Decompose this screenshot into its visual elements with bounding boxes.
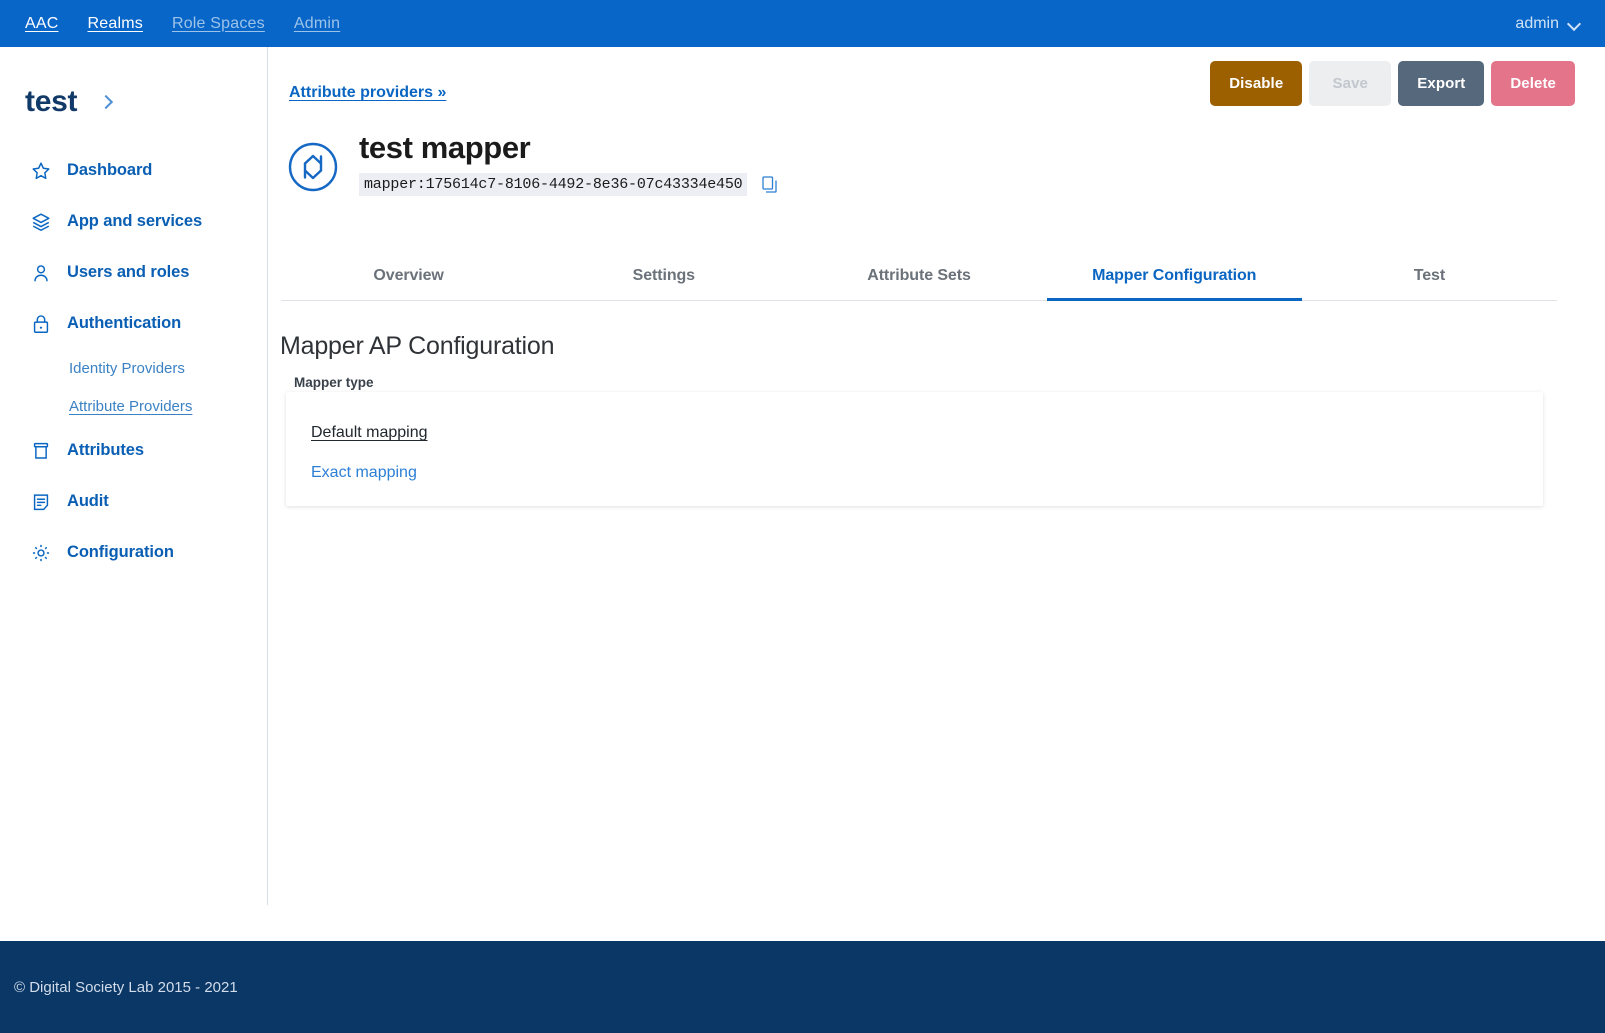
sidebar-item-users-and-roles[interactable]: Users and roles — [0, 247, 267, 298]
footer: © Digital Society Lab 2015 - 2021 — [0, 941, 1605, 1033]
entity-id-row: mapper:175614c7-8106-4492-8e36-07c43334e… — [359, 173, 778, 196]
sidebar-item-label: Attributes — [67, 441, 144, 459]
mapper-type-label: Mapper type — [294, 375, 374, 390]
realm-selector[interactable]: test — [0, 47, 267, 119]
layers-icon — [30, 211, 52, 233]
chevron-down-icon — [1568, 18, 1580, 30]
mapper-type-option-exact[interactable]: Exact mapping — [311, 464, 417, 482]
sidebar-item-label: Audit — [67, 492, 109, 510]
sidebar-item-app-and-services[interactable]: App and services — [0, 196, 267, 247]
nav-link-role-spaces[interactable]: Role Spaces — [172, 15, 265, 33]
save-button[interactable]: Save — [1309, 61, 1392, 106]
tab-bar: Overview Settings Attribute Sets Mapper … — [281, 252, 1557, 301]
tab-attribute-sets[interactable]: Attribute Sets — [791, 252, 1046, 300]
sidebar-subitem-label: Attribute Providers — [69, 397, 193, 415]
action-buttons: Disable Save Export Delete — [1210, 61, 1575, 106]
sidebar-item-authentication[interactable]: Authentication — [0, 298, 267, 349]
nav-link-realms[interactable]: Realms — [88, 15, 143, 33]
sidebar-item-configuration[interactable]: Configuration — [0, 527, 267, 578]
gear-icon — [30, 542, 52, 564]
sidebar-subitem-attribute-providers[interactable]: Attribute Providers — [0, 387, 267, 425]
document-lines-icon — [30, 491, 52, 513]
sidebar-subitem-identity-providers[interactable]: Identity Providers — [0, 349, 267, 387]
sidebar-item-label: Authentication — [67, 314, 182, 332]
sidebar-nav: Dashboard App and services Users and rol… — [0, 145, 267, 578]
mapper-type-option-default[interactable]: Default mapping — [311, 424, 428, 442]
top-nav-links: AAC Realms Role Spaces Admin — [0, 15, 340, 33]
user-icon — [30, 262, 52, 284]
sidebar-item-dashboard[interactable]: Dashboard — [0, 145, 267, 196]
nav-link-admin[interactable]: Admin — [294, 15, 340, 33]
export-button[interactable]: Export — [1398, 61, 1485, 106]
sync-arrows-circle-icon — [287, 141, 339, 193]
tab-settings[interactable]: Settings — [536, 252, 791, 300]
footer-copyright: © Digital Society Lab 2015 - 2021 — [14, 978, 238, 996]
main-content: Disable Save Export Delete Attribute pro… — [269, 47, 1605, 905]
sidebar-item-attributes[interactable]: Attributes — [0, 425, 267, 476]
user-menu-label: admin — [1515, 14, 1559, 32]
sidebar-subitem-label: Identity Providers — [69, 359, 185, 377]
delete-button[interactable]: Delete — [1491, 61, 1575, 106]
chevron-right-icon — [99, 95, 113, 109]
page-header: test mapper mapper:175614c7-8106-4492-8e… — [287, 130, 778, 196]
user-menu[interactable]: admin — [1515, 15, 1605, 33]
page-title: test mapper — [359, 130, 531, 165]
copy-icon[interactable] — [762, 176, 778, 193]
lock-icon — [30, 313, 52, 335]
sidebar-item-label: Dashboard — [67, 161, 153, 179]
disable-button[interactable]: Disable — [1210, 61, 1303, 106]
archive-icon — [30, 440, 52, 462]
sidebar-item-label: Configuration — [67, 543, 174, 561]
star-icon — [30, 160, 52, 182]
section-title: Mapper AP Configuration — [280, 332, 555, 360]
tab-mapper-configuration[interactable]: Mapper Configuration — [1046, 252, 1303, 301]
top-navbar: AAC Realms Role Spaces Admin admin — [0, 0, 1605, 47]
realm-name: test — [25, 85, 78, 118]
sidebar-item-label: App and services — [67, 212, 203, 230]
sidebar: test Dashboard App and services Users an… — [0, 47, 268, 905]
entity-id: mapper:175614c7-8106-4492-8e36-07c43334e… — [359, 173, 748, 196]
sidebar-item-label: Users and roles — [67, 263, 190, 281]
mapper-type-card: Default mapping Exact mapping — [286, 392, 1543, 506]
nav-link-aac[interactable]: AAC — [25, 15, 59, 33]
tab-test[interactable]: Test — [1302, 252, 1557, 300]
sidebar-item-audit[interactable]: Audit — [0, 476, 267, 527]
breadcrumb[interactable]: Attribute providers » — [289, 84, 446, 102]
title-block: test mapper mapper:175614c7-8106-4492-8e… — [359, 130, 778, 196]
tab-overview[interactable]: Overview — [281, 252, 536, 300]
